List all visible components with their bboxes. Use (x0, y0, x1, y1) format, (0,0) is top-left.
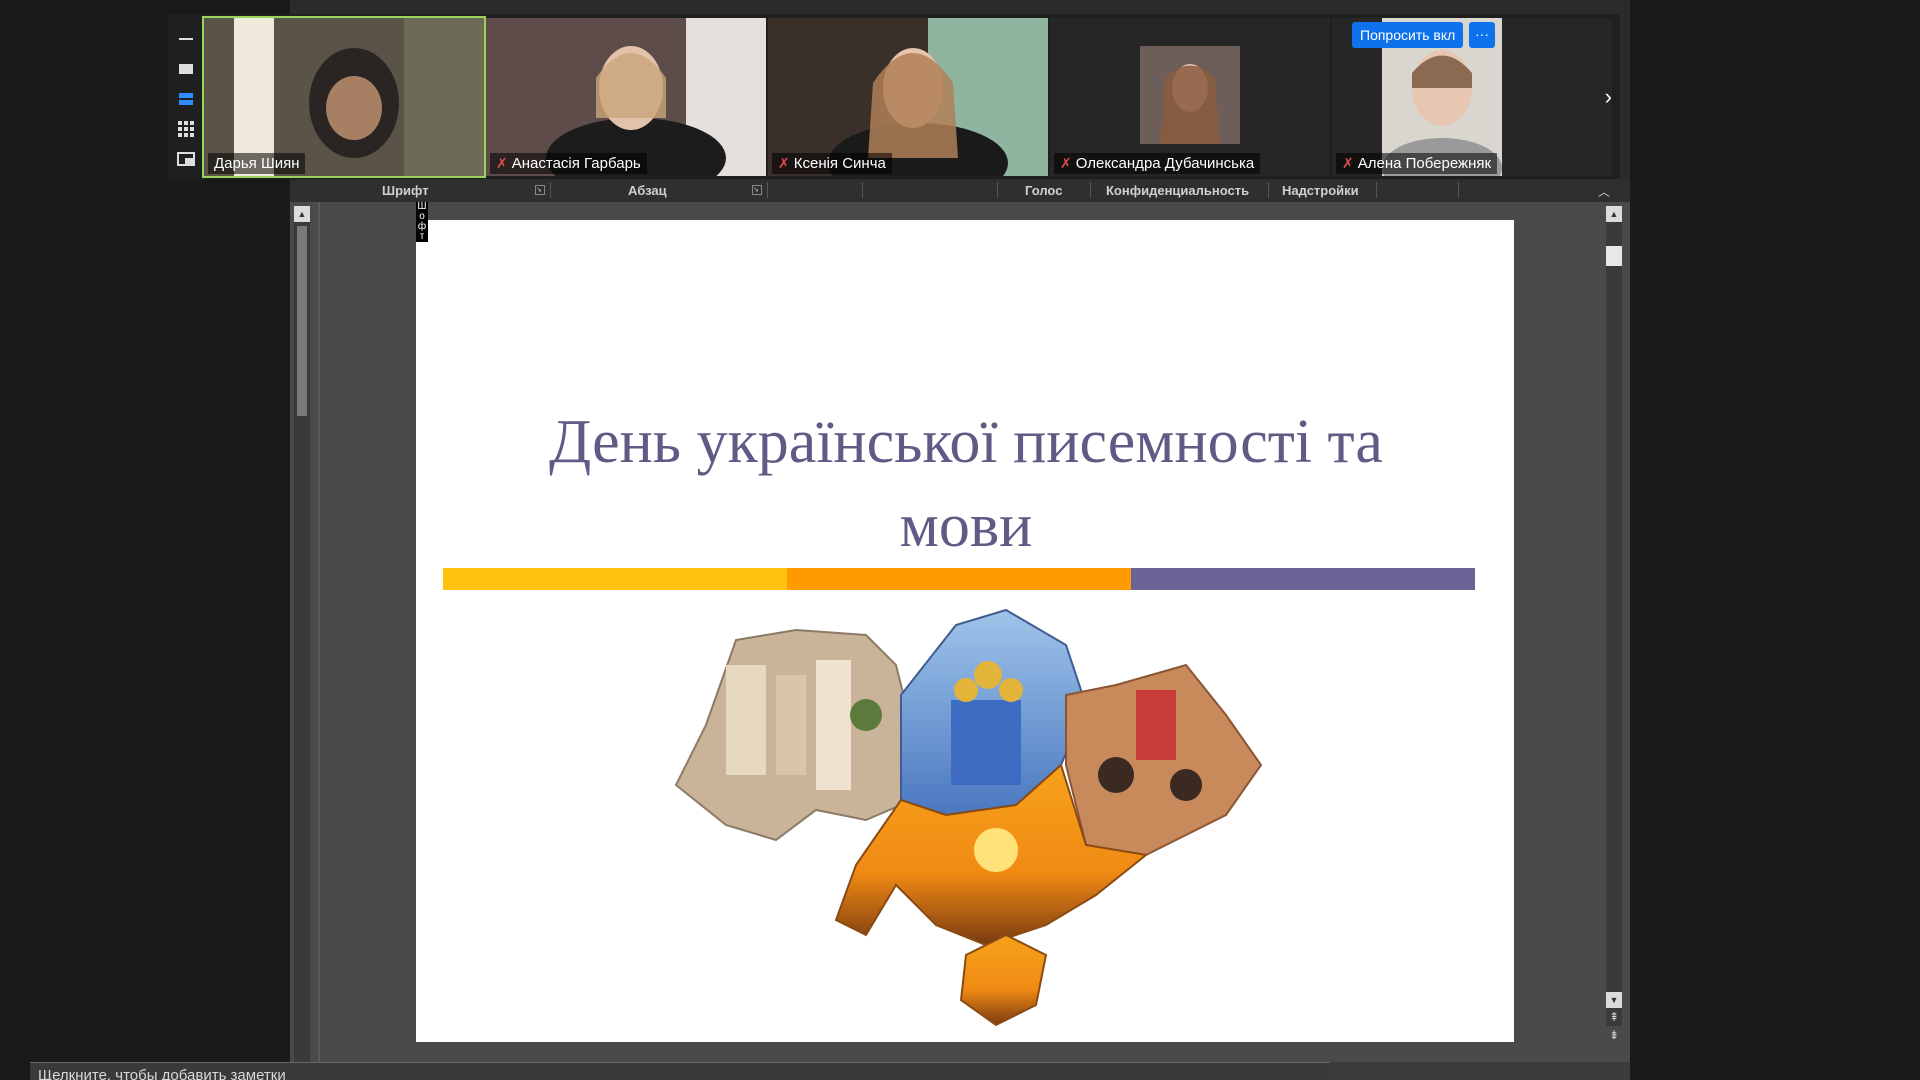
mic-muted-icon: ✗ (496, 155, 508, 171)
ribbon-group-paragraph: Абзац (628, 183, 667, 198)
scroll-down-icon[interactable]: ▼ (1606, 992, 1622, 1008)
next-slide-icon[interactable]: ⇟ (1606, 1028, 1622, 1044)
share-view-icon[interactable] (177, 150, 195, 168)
minimize-icon[interactable] (177, 30, 195, 48)
ribbon-separator (1458, 182, 1459, 198)
ribbon-group-addins: Надстройки (1282, 183, 1359, 198)
strip-view-icon[interactable] (177, 90, 195, 108)
ribbon-group-labels: Шрифт ↘ Абзац ↘ Голос Конфиденциальность… (290, 180, 1630, 202)
pane-divider[interactable] (318, 202, 320, 1062)
screen: Шрифт ↘ Абзац ↘ Голос Конфиденциальность… (0, 0, 1920, 1080)
collapse-ribbon-icon[interactable]: ︿ (1598, 183, 1612, 199)
mic-muted-icon: ✗ (1060, 155, 1072, 171)
font-dialog-launcher-icon[interactable]: ↘ (535, 185, 545, 195)
ribbon-separator (1090, 182, 1091, 198)
participant-name-label: Дарья Шиян (208, 153, 306, 174)
zoom-participant-strip: Дарья Шиян ✗ Анастасія Гарбарь ✗ Ксенія … (168, 14, 1620, 179)
vertical-text-label: Ш о ф т (416, 201, 428, 242)
single-view-icon[interactable] (177, 60, 195, 78)
ribbon-separator (1268, 182, 1269, 198)
stripe-orange (787, 568, 1131, 590)
slide-editor: ▲ День української писемності та мови ▲ … (290, 202, 1630, 1066)
ukraine-map-image[interactable] (666, 605, 1266, 1035)
participant-tile[interactable]: ✗ Олександра Дубачинська (1050, 18, 1330, 176)
ribbon-separator (550, 182, 551, 198)
participant-tile[interactable]: Дарья Шиян (202, 16, 486, 178)
grid-view-icon[interactable] (177, 120, 195, 138)
scroll-thumb[interactable] (1606, 246, 1622, 266)
ribbon-separator (767, 182, 768, 198)
ribbon-separator (997, 182, 998, 198)
mic-muted-icon: ✗ (778, 155, 790, 171)
participant-name-label: ✗ Алена Побережняк (1336, 153, 1498, 174)
thumbnail-scrollbar[interactable]: ▲ (294, 206, 310, 1066)
participant-tile[interactable]: ✗ Анастасія Гарбарь (486, 18, 766, 176)
participant-name-label: ✗ Олександра Дубачинська (1054, 153, 1261, 174)
stripe-purple (1131, 568, 1475, 590)
notes-pane[interactable]: Щелкните, чтобы добавить заметки (30, 1062, 1330, 1080)
more-options-button[interactable]: ··· (1469, 22, 1495, 48)
scroll-up-icon[interactable]: ▲ (294, 206, 310, 222)
view-tools (168, 14, 204, 179)
next-page-icon[interactable]: › (1605, 84, 1612, 110)
previous-slide-icon[interactable]: ⇞ (1606, 1010, 1622, 1026)
slide-title[interactable]: День української писемності та мови (476, 400, 1456, 568)
scroll-thumb[interactable] (297, 226, 307, 416)
scroll-up-icon[interactable]: ▲ (1606, 206, 1622, 222)
mic-muted-icon: ✗ (1342, 155, 1354, 171)
slide-canvas[interactable]: День української писемності та мови (416, 220, 1514, 1042)
ribbon-group-voice: Голос (1025, 183, 1063, 198)
ribbon-separator (1376, 182, 1377, 198)
slide-vertical-scrollbar[interactable]: ▲ ▼ (1606, 206, 1622, 1026)
ask-to-unmute-button[interactable]: Попросить вкл (1352, 22, 1464, 48)
participant-name-label: ✗ Анастасія Гарбарь (490, 153, 647, 174)
stripe-yellow (443, 568, 787, 590)
participant-name-label: ✗ Ксенія Синча (772, 153, 892, 174)
ribbon-separator (862, 182, 863, 198)
paragraph-dialog-launcher-icon[interactable]: ↘ (752, 185, 762, 195)
ribbon-group-font: Шрифт (382, 183, 429, 198)
participant-tile[interactable]: ✗ Ксенія Синча (768, 18, 1048, 176)
ribbon-group-privacy: Конфиденциальность (1106, 183, 1250, 198)
